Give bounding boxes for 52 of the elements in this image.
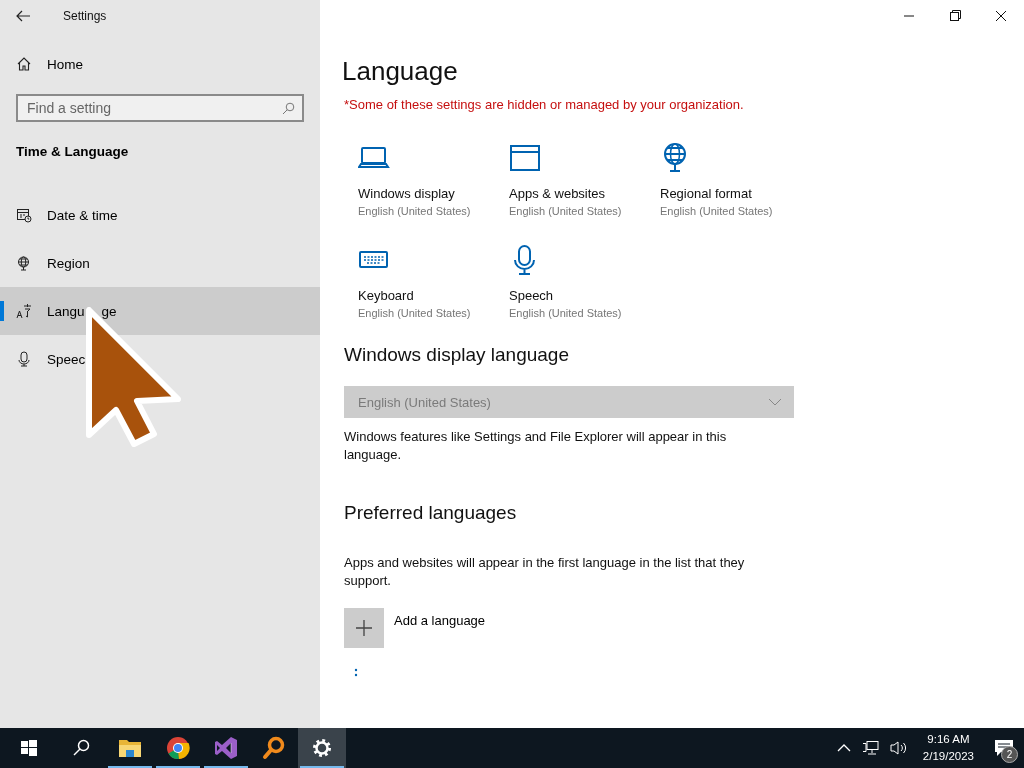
section-heading: Time & Language [15, 144, 130, 159]
nav-label-tail: ge [101, 303, 117, 319]
policy-notice: *Some of these settings are hidden or managed by your organization. [344, 97, 745, 112]
settings-tile[interactable]: Apps & websites English (United States) [509, 142, 660, 232]
gear-icon [311, 737, 333, 759]
taskbar-app[interactable] [298, 728, 346, 768]
settings-tile[interactable]: Regional format English (United States) [660, 142, 811, 232]
section-heading: Windows display language [344, 344, 570, 366]
time-text: 9:16 AM [927, 732, 970, 747]
calendar-icon [16, 207, 32, 223]
date-text: 2/19/2023 [922, 749, 974, 764]
nav-label: Region [47, 255, 90, 271]
notification-button[interactable]: 2 [984, 728, 1024, 768]
notification-count: 2 [1001, 746, 1018, 763]
network-icon[interactable] [861, 740, 880, 756]
nav-label: Speec [47, 351, 86, 367]
clock[interactable]: 9:16 AM 2/19/2023 [922, 731, 974, 765]
window-title: Settings [63, 9, 107, 23]
description-text: Apps and websites will appear in the first language in the list that they support. [344, 554, 746, 590]
infinity-icon [214, 736, 238, 760]
nav-label: Date & time [47, 207, 118, 223]
settings-tile[interactable]: Speech English (United States) [509, 244, 660, 334]
search-icon [72, 738, 92, 758]
settings-tile[interactable]: Windows display English (United States) [358, 142, 509, 232]
description-text: Windows features like Settings and File Explorer will appear in this language. [344, 428, 728, 464]
chevron-icon [768, 398, 782, 406]
globe-icon [16, 255, 32, 271]
microphone-icon [16, 351, 32, 367]
search-field[interactable]: Find a setting [16, 94, 304, 122]
section-heading: Preferred languages [344, 502, 518, 524]
plus-icon [355, 619, 373, 637]
magnifier-icon [262, 736, 286, 760]
nav-label: Langu [47, 303, 85, 319]
language-icon [16, 303, 32, 319]
nav-item[interactable]: Langu ge [0, 287, 320, 335]
add-button[interactable] [344, 608, 384, 648]
window-icon [509, 142, 541, 174]
nav-item[interactable]: Region [0, 239, 320, 287]
add-language-label[interactable]: Add a language [394, 613, 486, 628]
loading-dots-icon [354, 668, 358, 678]
nav-item[interactable]: Speec [0, 335, 320, 383]
back-arrow-icon[interactable] [16, 10, 30, 22]
chevron-up-icon[interactable] [835, 743, 852, 753]
search-icon [282, 102, 295, 115]
page-title: Language [342, 56, 459, 87]
speaker-icon[interactable] [889, 740, 908, 756]
folder-icon [118, 737, 142, 759]
home-link[interactable]: Home [0, 40, 320, 88]
settings-tile[interactable]: Keyboard English (United States) [358, 244, 509, 334]
browser-icon [166, 736, 190, 760]
home-icon [16, 56, 32, 72]
nav-item[interactable]: Date & time [0, 191, 320, 239]
